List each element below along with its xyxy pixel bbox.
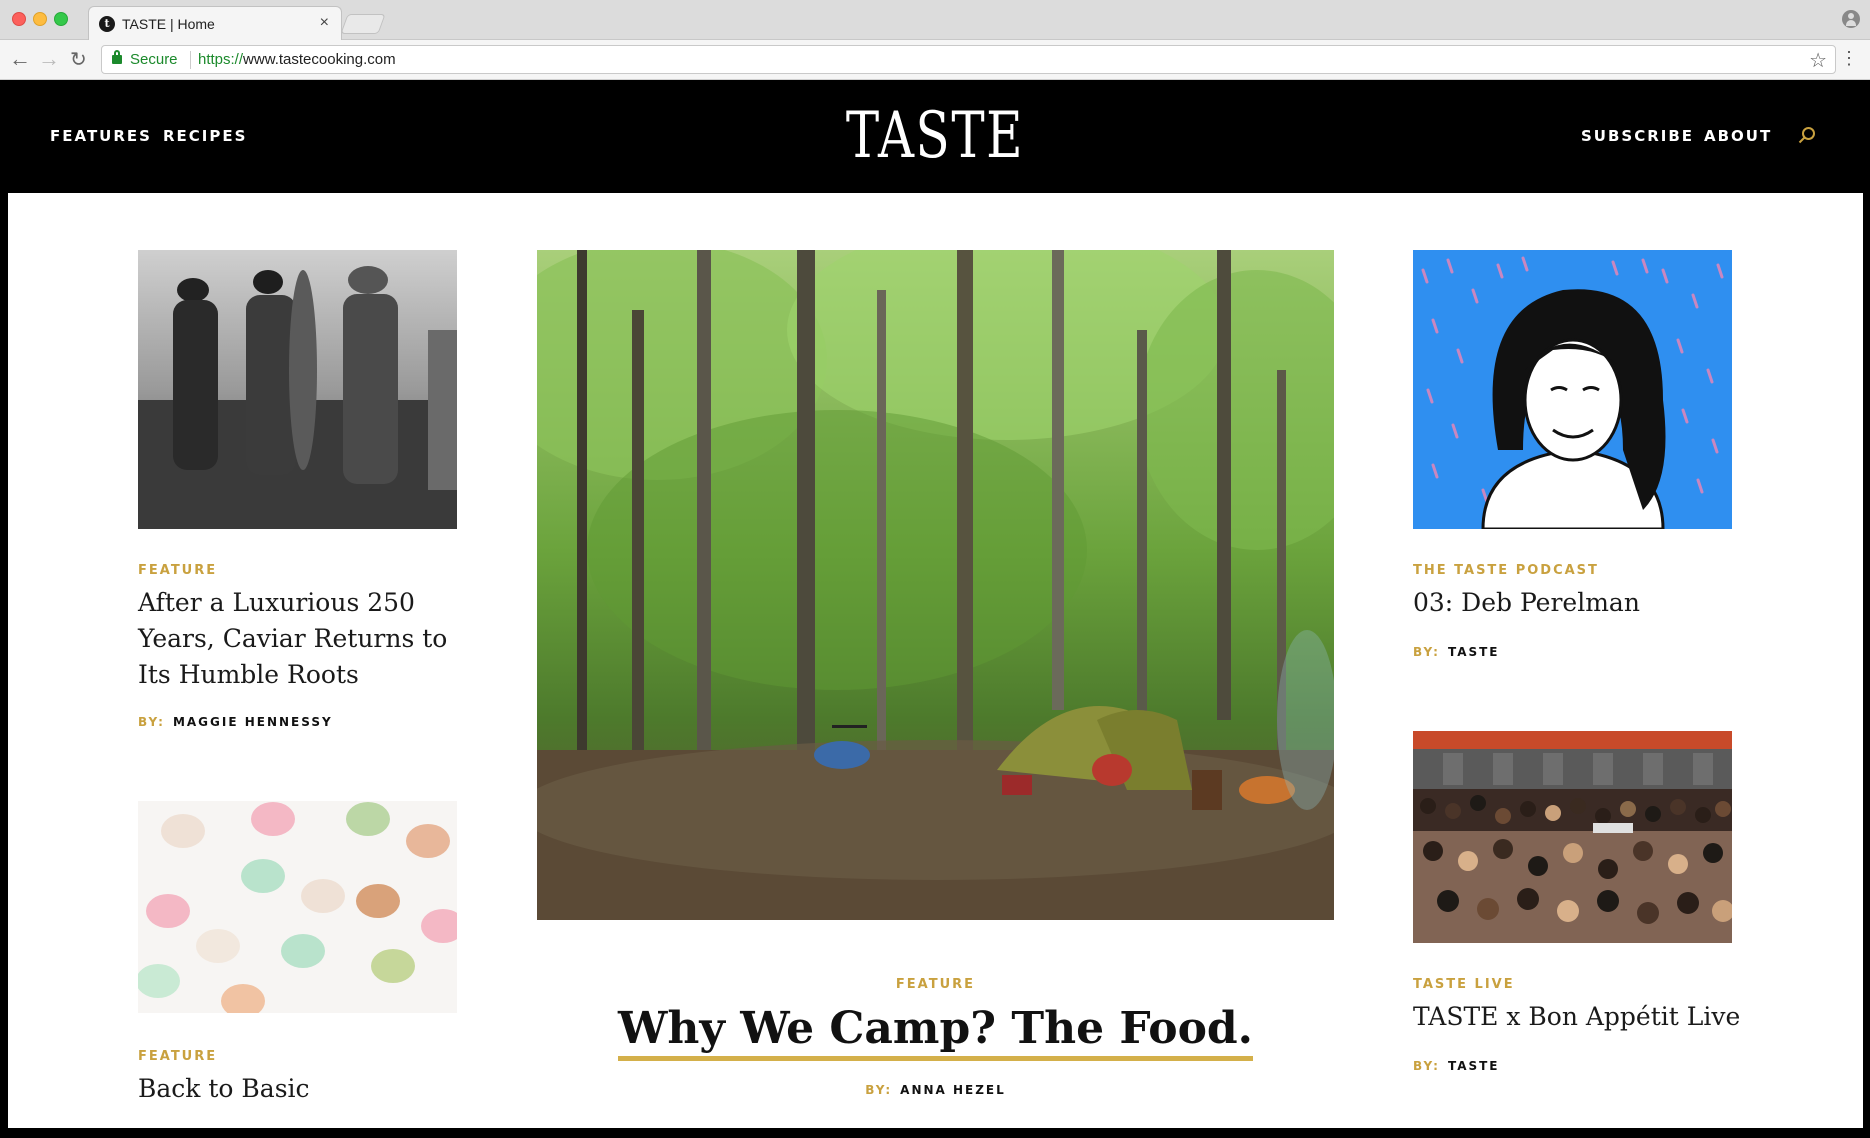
article-byline: BY: TASTE <box>1413 1059 1500 1073</box>
author-name[interactable]: TASTE <box>1448 645 1500 659</box>
zoom-window-button[interactable] <box>54 12 68 26</box>
site-logo[interactable]: TASTE <box>206 99 1665 173</box>
url-host: www.tastecooking.com <box>243 51 396 68</box>
close-window-button[interactable] <box>12 12 26 26</box>
profile-icon[interactable] <box>1842 10 1860 28</box>
feature-title-text[interactable]: Why We Camp? The Food. <box>617 1003 1254 1061</box>
back-arrow-icon[interactable]: ← <box>9 48 31 70</box>
article-byline: BY: TASTE <box>1413 645 1500 659</box>
secure-label: Secure <box>130 51 178 68</box>
url-divider <box>190 51 191 69</box>
by-label: BY: <box>865 1083 893 1097</box>
favicon-icon: t <box>99 16 115 32</box>
nav-about[interactable]: ABOUT <box>1704 127 1772 145</box>
article-title-podcast[interactable]: 03: Deb Perelman <box>1413 585 1743 621</box>
taste-live-crowd-photo[interactable] <box>1413 731 1732 943</box>
article-title-caviar[interactable]: After a Luxurious 250 Years, Caviar Retu… <box>138 585 468 693</box>
camping-forest-photo[interactable] <box>537 250 1334 920</box>
caviar-fishermen-photo[interactable] <box>138 250 457 529</box>
url-text[interactable]: https://www.tastecooking.com <box>198 51 396 68</box>
new-tab-button[interactable] <box>340 14 386 34</box>
article-byline: BY: MAGGIE HENNESSY <box>138 715 333 729</box>
browser-tab[interactable]: t TASTE | Home × <box>88 6 342 40</box>
address-bar[interactable]: Secure https://www.tastecooking.com ☆ <box>101 45 1836 74</box>
feature-category[interactable]: FEATURE <box>8 977 1863 992</box>
reload-icon[interactable]: ↻ <box>70 49 87 71</box>
article-category[interactable]: TASTE LIVE <box>1413 977 1515 992</box>
bookmark-star-icon[interactable]: ☆ <box>1809 48 1827 73</box>
author-name[interactable]: MAGGIE HENNESSY <box>173 715 333 729</box>
site-header: FEATURES RECIPES TASTE SUBSCRIBE ABOUT <box>0 81 1870 193</box>
deb-perelman-illustration[interactable] <box>1413 250 1732 529</box>
tab-title: TASTE | Home <box>122 16 215 32</box>
article-title-taste-live[interactable]: TASTE x Bon Appétit Live <box>1413 999 1743 1035</box>
article-category[interactable]: THE TASTE PODCAST <box>1413 563 1599 578</box>
by-label: BY: <box>138 715 165 729</box>
author-name[interactable]: ANNA HEZEL <box>900 1083 1006 1097</box>
by-label: BY: <box>1413 1059 1440 1073</box>
nav-subscribe[interactable]: SUBSCRIBE <box>1581 127 1694 145</box>
author-name[interactable]: TASTE <box>1448 1059 1500 1073</box>
feature-byline: BY: ANNA HEZEL <box>8 1083 1863 1097</box>
url-protocol: https:// <box>198 51 244 68</box>
article-category[interactable]: FEATURE <box>138 563 217 578</box>
search-icon[interactable] <box>1798 126 1816 144</box>
browser-toolbar: ← → ↻ Secure https://www.tastecooking.co… <box>0 40 1870 80</box>
nav-features[interactable]: FEATURES <box>50 127 152 145</box>
lock-icon <box>112 50 122 64</box>
forward-arrow-icon[interactable]: → <box>38 48 60 70</box>
by-label: BY: <box>1413 645 1440 659</box>
browser-menu-icon[interactable]: ⋮ <box>1840 49 1858 67</box>
tab-close-icon[interactable]: × <box>320 14 329 32</box>
main-content: FEATURE After a Luxurious 250 Years, Cav… <box>8 193 1863 1128</box>
browser-tab-strip: t TASTE | Home × <box>0 0 1870 40</box>
minimize-window-button[interactable] <box>33 12 47 26</box>
